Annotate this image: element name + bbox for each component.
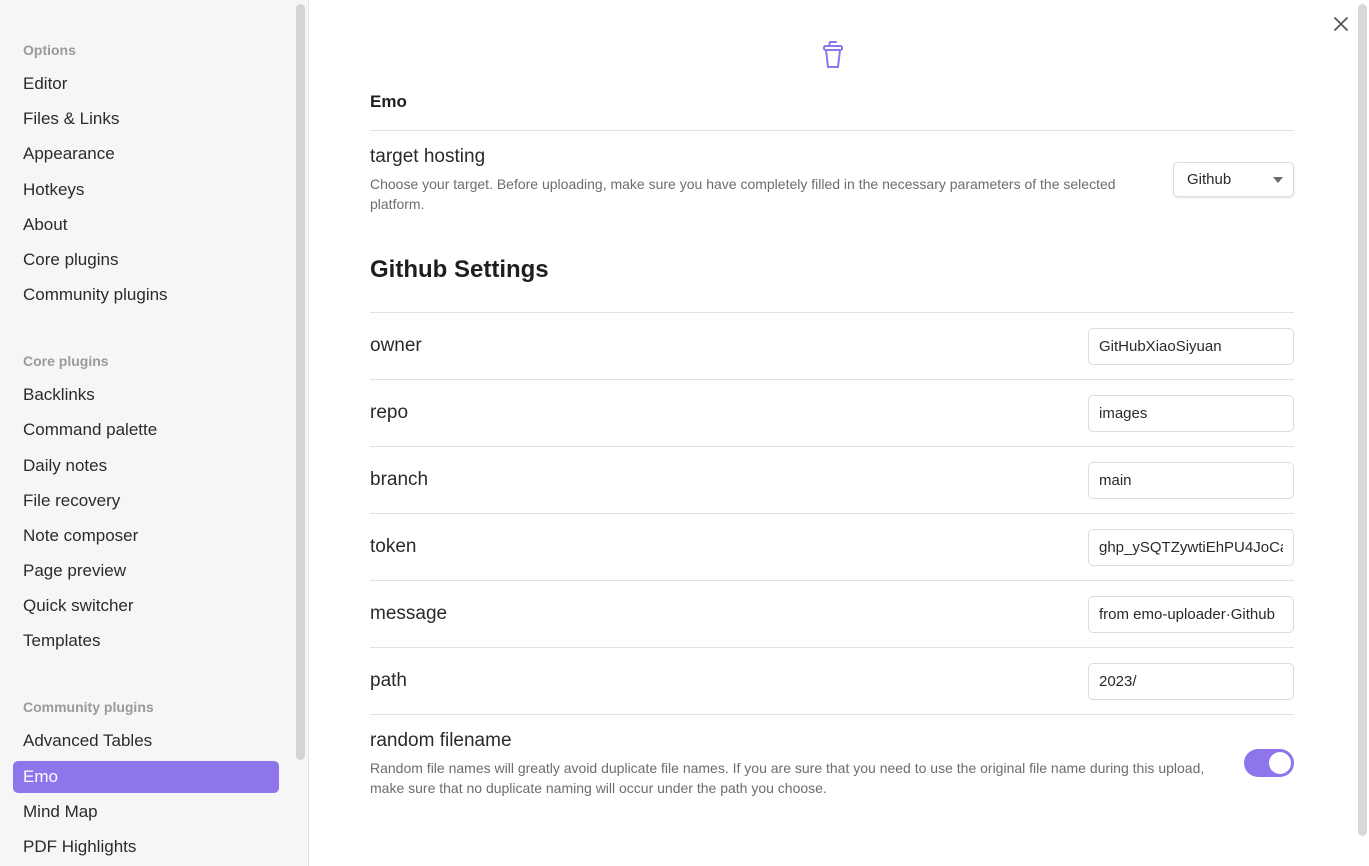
sidebar-item-advanced-tables[interactable]: Advanced Tables bbox=[13, 725, 279, 757]
repo-label: repo bbox=[370, 402, 409, 423]
divider bbox=[370, 580, 1294, 581]
sidebar-item-hotkeys[interactable]: Hotkeys bbox=[13, 174, 279, 206]
branch-input[interactable] bbox=[1088, 462, 1294, 499]
random-filename-label: random filename bbox=[370, 730, 512, 751]
branch-label: branch bbox=[370, 469, 429, 490]
sidebar-item-command-palette[interactable]: Command palette bbox=[13, 414, 279, 446]
divider bbox=[370, 714, 1294, 715]
owner-label: owner bbox=[370, 335, 422, 356]
divider bbox=[370, 647, 1294, 648]
target-hosting-label: target hosting bbox=[370, 146, 486, 167]
settings-content: Emo target hosting Choose your target. B… bbox=[309, 0, 1369, 866]
sidebar-item-file-recovery[interactable]: File recovery bbox=[13, 485, 279, 517]
path-label: path bbox=[370, 670, 407, 691]
close-icon bbox=[1334, 17, 1348, 31]
token-label: token bbox=[370, 536, 417, 557]
owner-input[interactable] bbox=[1088, 328, 1294, 365]
cup-icon bbox=[823, 41, 843, 68]
chevron-down-icon bbox=[1273, 177, 1283, 183]
sidebar-item-about[interactable]: About bbox=[13, 209, 279, 241]
divider bbox=[370, 130, 1294, 131]
divider bbox=[370, 379, 1294, 380]
target-hosting-dropdown[interactable]: Github bbox=[1173, 162, 1294, 197]
divider bbox=[370, 446, 1294, 447]
sidebar-item-files-links[interactable]: Files & Links bbox=[13, 103, 279, 135]
sidebar-item-backlinks[interactable]: Backlinks bbox=[13, 379, 279, 411]
section-title: Github Settings bbox=[370, 256, 549, 283]
sidebar-item-mind-map[interactable]: Mind Map bbox=[13, 796, 279, 828]
sidebar-item-note-composer[interactable]: Note composer bbox=[13, 520, 279, 552]
random-filename-toggle[interactable] bbox=[1244, 749, 1294, 777]
settings-sidebar: Options Editor Files & Links Appearance … bbox=[0, 0, 309, 866]
random-filename-description: Random file names will greatly avoid dup… bbox=[370, 760, 1205, 796]
sidebar-item-daily-notes[interactable]: Daily notes bbox=[13, 450, 279, 482]
repo-input[interactable] bbox=[1088, 395, 1294, 432]
token-input[interactable] bbox=[1088, 529, 1294, 566]
sidebar-item-page-preview[interactable]: Page preview bbox=[13, 555, 279, 587]
message-label: message bbox=[370, 603, 448, 624]
sidebar-item-templates[interactable]: Templates bbox=[13, 625, 279, 657]
sidebar-item-editor[interactable]: Editor bbox=[13, 68, 279, 100]
settings-modal: Options Editor Files & Links Appearance … bbox=[0, 0, 1369, 866]
sidebar-scrollbar[interactable] bbox=[296, 4, 305, 760]
sidebar-item-community-plugins[interactable]: Community plugins bbox=[13, 279, 279, 311]
core-plugins-heading: Core plugins bbox=[23, 353, 109, 370]
message-input[interactable] bbox=[1088, 596, 1294, 633]
community-plugins-heading: Community plugins bbox=[23, 699, 154, 716]
sidebar-item-quick-switcher[interactable]: Quick switcher bbox=[13, 590, 279, 622]
sidebar-item-emo[interactable]: Emo bbox=[13, 760, 279, 793]
divider bbox=[370, 312, 1294, 313]
toggle-knob bbox=[1269, 752, 1291, 774]
path-input[interactable] bbox=[1088, 663, 1294, 700]
plugin-title: Emo bbox=[370, 92, 407, 111]
close-button[interactable] bbox=[1329, 12, 1353, 36]
options-heading: Options bbox=[23, 42, 76, 58]
target-hosting-selected: Github bbox=[1187, 171, 1232, 188]
target-hosting-description: Choose your target. Before uploading, ma… bbox=[370, 176, 1116, 212]
sidebar-item-pdf-highlights[interactable]: PDF Highlights bbox=[13, 831, 279, 863]
divider bbox=[370, 513, 1294, 514]
sidebar-item-core-plugins[interactable]: Core plugins bbox=[13, 244, 279, 276]
sidebar-item-appearance[interactable]: Appearance bbox=[13, 138, 279, 170]
content-scrollbar[interactable] bbox=[1358, 4, 1367, 836]
